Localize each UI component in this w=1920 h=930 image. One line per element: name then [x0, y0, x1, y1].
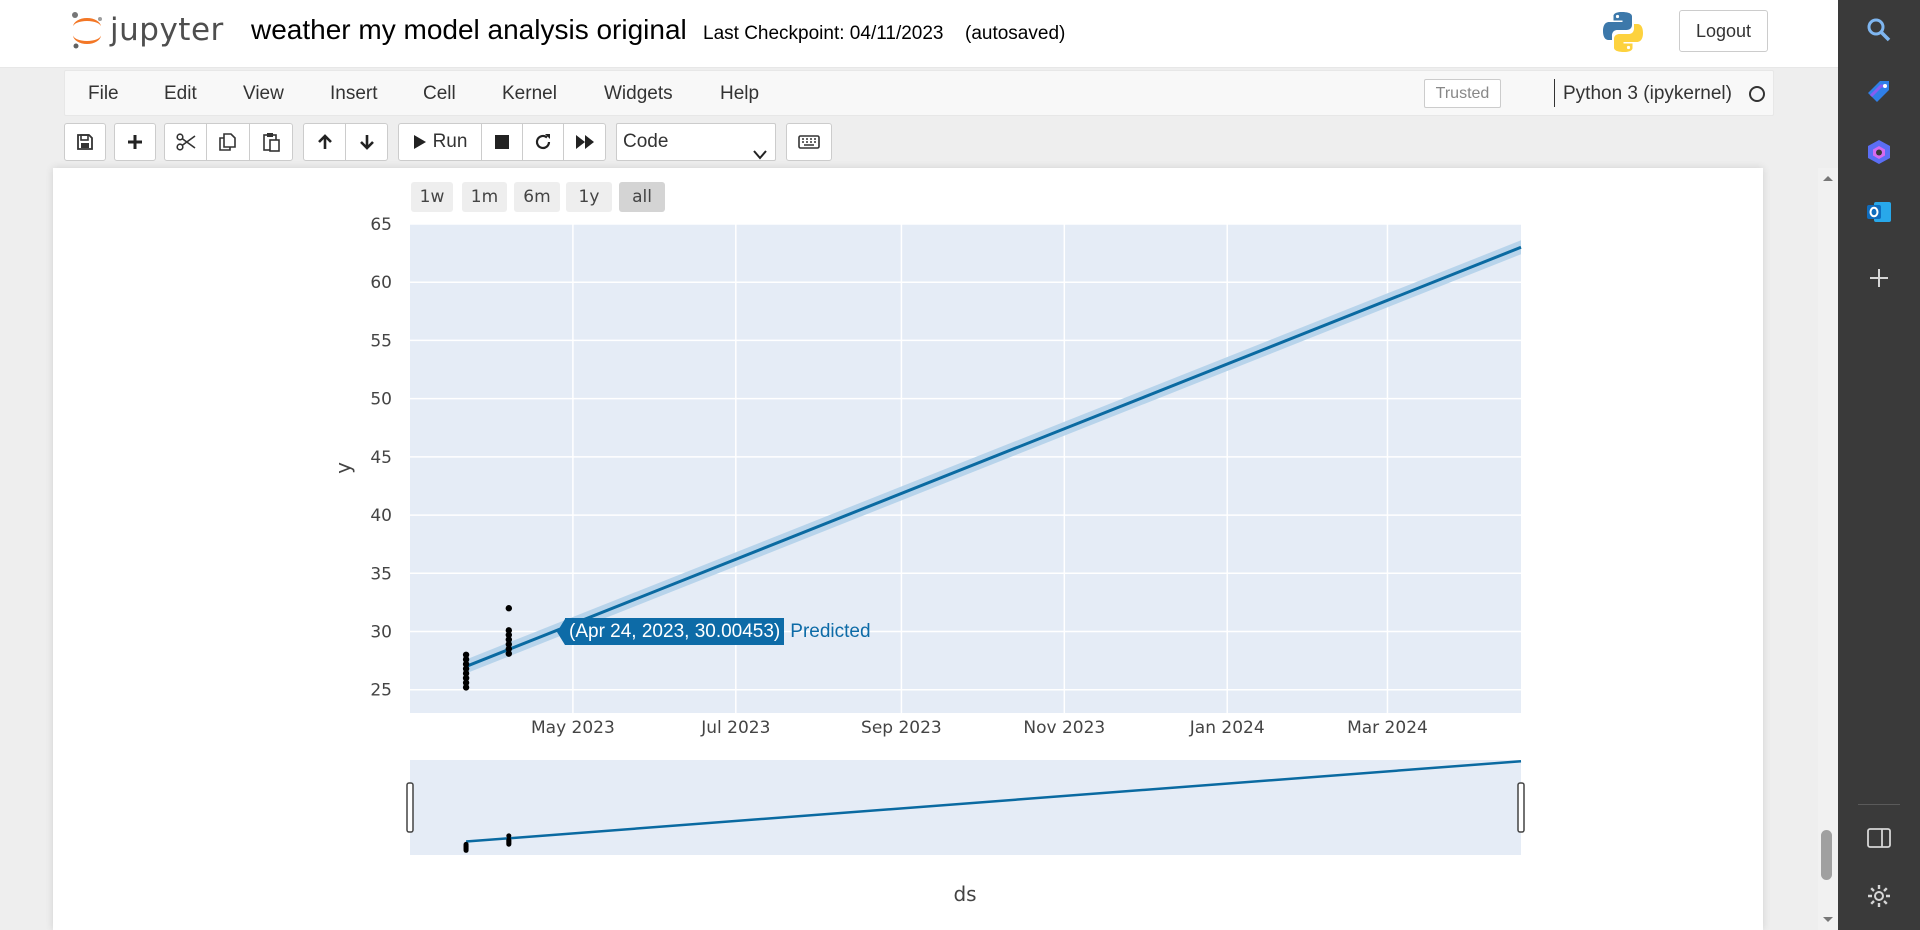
- scrollbar-thumb[interactable]: [1821, 830, 1832, 880]
- y-tick-label: 45: [370, 448, 392, 468]
- x-tick-label: Sep 2023: [861, 718, 942, 738]
- y-tick-label: 50: [370, 390, 392, 410]
- x-tick-label: Nov 2023: [1023, 718, 1105, 738]
- y-tick-labels: 25 30 35 40 45 50 55 60 65: [370, 215, 392, 701]
- scroll-down-icon[interactable]: [1818, 910, 1838, 930]
- x-tick-label: Mar 2024: [1347, 718, 1428, 738]
- search-icon[interactable]: [1861, 12, 1897, 48]
- hover-value: (Apr 24, 2023, 30.00453): [565, 618, 785, 645]
- actual-data-point[interactable]: [462, 651, 470, 658]
- sidebar-divider: [1858, 804, 1900, 805]
- gear-icon[interactable]: [1861, 878, 1897, 914]
- x-tick-label: Jan 2024: [1189, 718, 1265, 738]
- x-tick-label: May 2023: [531, 718, 615, 738]
- y-tick-label: 35: [370, 564, 392, 584]
- rangeslider-left-handle[interactable]: [406, 782, 414, 833]
- rangeslider-data-point: [506, 833, 512, 839]
- y-tick-label: 65: [370, 215, 392, 235]
- rangeslider-data-point: [463, 841, 469, 847]
- x-tick-labels: May 2023 Jul 2023 Sep 2023 Nov 2023 Jan 2024…: [531, 718, 1428, 738]
- browser-sidebar: [1838, 0, 1920, 930]
- y-tick-label: 40: [370, 506, 392, 526]
- hover-arrow: [557, 618, 565, 645]
- y-tick-label: 25: [370, 681, 392, 701]
- scroll-up-icon[interactable]: [1818, 168, 1838, 188]
- x-tick-label: Jul 2023: [700, 718, 770, 738]
- shopping-tag-icon[interactable]: [1861, 74, 1897, 110]
- sidebar-panel-icon[interactable]: [1861, 820, 1897, 856]
- outlook-icon[interactable]: [1861, 194, 1897, 230]
- x-axis-title: ds: [953, 882, 976, 906]
- forecast-plot[interactable]: 25 30 35 40 45 50 55 60 65 May 2023 Jul 2023 Sep 2…: [0, 0, 1838, 930]
- y-tick-label: 60: [370, 273, 392, 293]
- y-tick-label: 55: [370, 331, 392, 351]
- notebook-scrollbar[interactable]: [1818, 168, 1838, 930]
- y-axis-title: y: [331, 462, 355, 474]
- hover-tooltip: (Apr 24, 2023, 30.00453) Predicted: [557, 618, 871, 645]
- actual-data-point[interactable]: [505, 627, 513, 634]
- rangeslider-right-handle[interactable]: [1517, 782, 1525, 833]
- actual-data-point[interactable]: [505, 605, 513, 612]
- y-tick-label: 30: [370, 623, 392, 643]
- copilot-icon[interactable]: [1861, 134, 1897, 170]
- add-icon[interactable]: [1861, 260, 1897, 296]
- hover-series-name: Predicted: [790, 620, 871, 642]
